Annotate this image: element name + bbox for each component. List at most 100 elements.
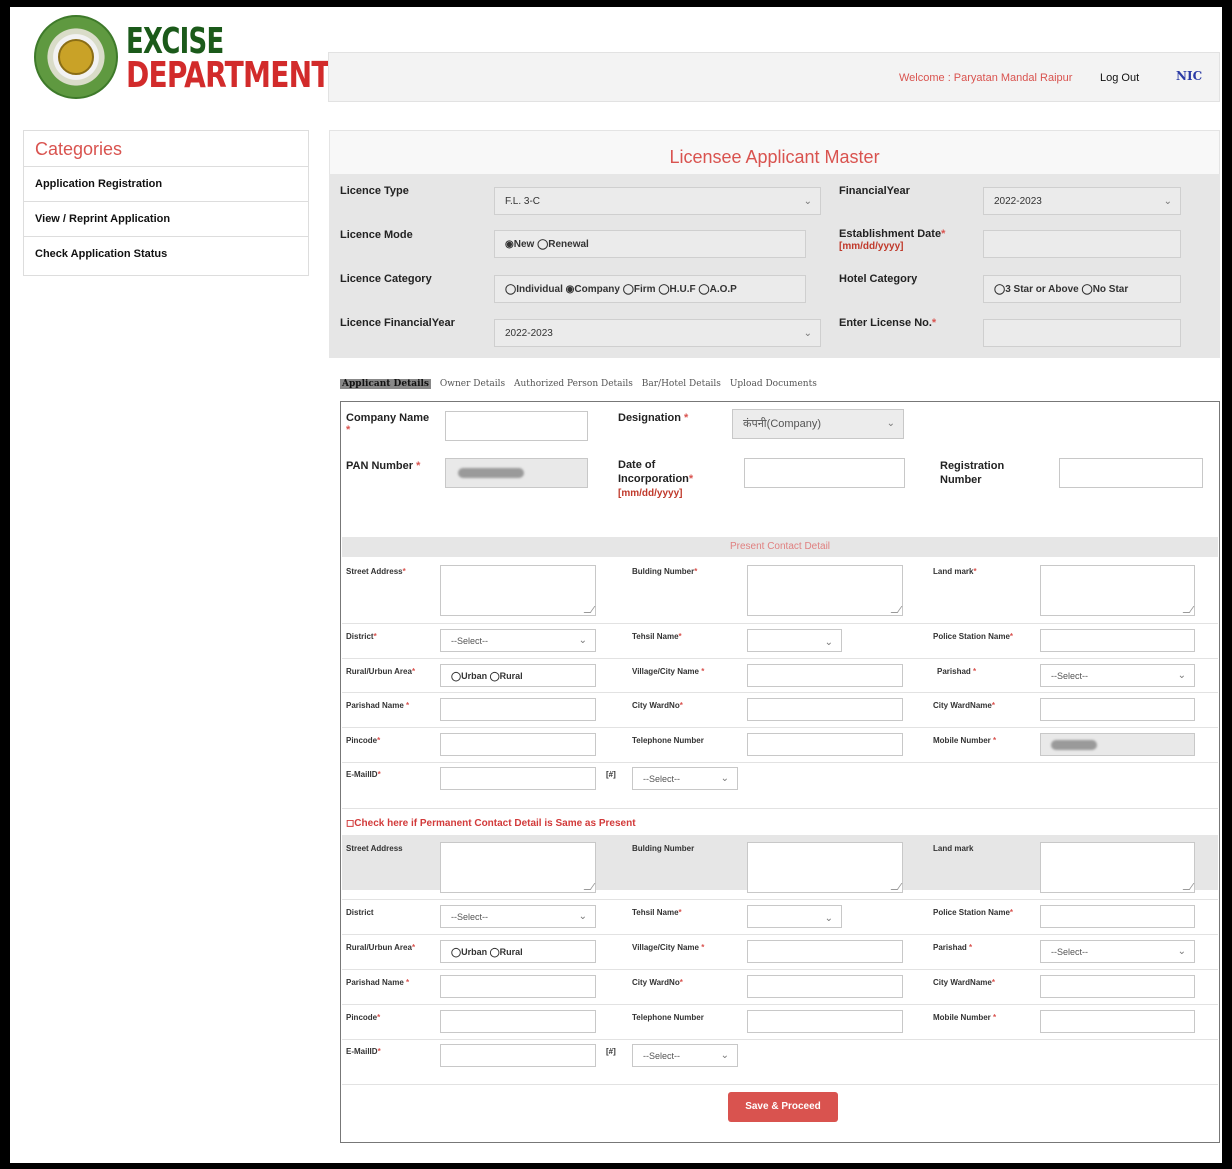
email-domain-select[interactable]: --Select-- ⌄ <box>632 767 738 790</box>
doi-text-1: Date of <box>618 459 656 471</box>
police-station-label: Police Station Name* <box>933 632 1014 641</box>
district-select[interactable]: --Select-- ⌄ <box>440 629 596 652</box>
perm-email-input[interactable] <box>440 1044 596 1067</box>
parishad-name-input[interactable] <box>440 698 596 721</box>
license-number-text: Enter License No. <box>839 317 932 329</box>
license-number-label: Enter License No.* <box>839 317 937 329</box>
divider <box>342 692 1218 693</box>
same-as-present-checkbox[interactable]: ◻Check here if Permanent Contact Detail … <box>346 818 636 829</box>
telephone-input[interactable] <box>747 733 903 756</box>
perm-pincode-input[interactable] <box>440 1010 596 1033</box>
page-frame: EXCISE DEPARTMENT Welcome : Paryatan Man… <box>10 7 1222 1163</box>
mobile-input[interactable] <box>1040 733 1195 756</box>
registration-number-input[interactable] <box>1059 458 1203 488</box>
perm-building-input[interactable] <box>747 842 903 893</box>
date-of-incorporation-label: Date of Incorporation* [mm/dd/yyyy] <box>618 459 694 499</box>
email-label: E-MailID* <box>346 770 381 779</box>
sidebar-item-check-status[interactable]: Check Application Status <box>24 237 308 271</box>
save-and-proceed-button[interactable]: Save & Proceed <box>728 1092 838 1122</box>
village-label: Village/City Name * <box>632 667 705 676</box>
ward-no-text: City WardNo <box>632 701 680 710</box>
sidebar: Categories Application Registration View… <box>23 130 309 276</box>
perm-area-radio[interactable]: ◯Urban ◯Rural <box>440 940 596 963</box>
license-number-input[interactable] <box>983 319 1181 347</box>
licence-type-select[interactable]: F.L. 3-C ⌄ <box>494 187 821 215</box>
email-domain-value: --Select-- <box>643 774 681 784</box>
hash-label: [#] <box>606 770 616 779</box>
landmark-input[interactable] <box>1040 565 1195 616</box>
registration-number-label: Registration Number <box>940 459 1004 487</box>
sidebar-title: Categories <box>24 131 308 167</box>
perm-street-input[interactable] <box>440 842 596 893</box>
perm-tehsil-label: Tehsil Name* <box>632 908 682 917</box>
financial-year-label: FinancialYear <box>839 185 910 197</box>
perm-building-label: Bulding Number <box>632 844 695 853</box>
licence-category-options: ◯Individual ◉Company ◯Firm ◯H.U.F ◯A.O.P <box>505 284 737 295</box>
licence-category-radio[interactable]: ◯Individual ◉Company ◯Firm ◯H.U.F ◯A.O.P <box>494 275 806 303</box>
perm-village-input[interactable] <box>747 940 903 963</box>
perm-ward-name-input[interactable] <box>1040 975 1195 998</box>
street-address-input[interactable] <box>440 565 596 616</box>
perm-email-label: E-MailID* <box>346 1047 381 1056</box>
perm-parishad-name-input[interactable] <box>440 975 596 998</box>
perm-police-input[interactable] <box>1040 905 1195 928</box>
perm-ward-name-text: City WardName <box>933 978 992 987</box>
tab-applicant-details[interactable]: Applicant Details <box>340 379 431 389</box>
ward-no-input[interactable] <box>747 698 903 721</box>
parishad-select[interactable]: --Select-- ⌄ <box>1040 664 1195 687</box>
company-name-input[interactable] <box>445 411 588 441</box>
licence-financial-year-select[interactable]: 2022-2023 ⌄ <box>494 319 821 347</box>
building-number-input[interactable] <box>747 565 903 616</box>
main-panel: Licensee Applicant Master Licence Type F… <box>329 130 1220 1153</box>
tab-upload-documents[interactable]: Upload Documents <box>730 379 817 389</box>
designation-select[interactable]: कंपनी(Company) ⌄ <box>732 409 904 439</box>
police-station-input[interactable] <box>1040 629 1195 652</box>
establishment-date-input[interactable] <box>983 230 1181 258</box>
village-input[interactable] <box>747 664 903 687</box>
applicant-form: Company Name * Designation * कंपनी(Compan… <box>340 401 1220 1143</box>
divider <box>342 808 1218 809</box>
section-tabs: Applicant Details Owner Details Authoriz… <box>340 379 823 393</box>
sidebar-item-view-reprint[interactable]: View / Reprint Application <box>24 202 308 237</box>
logo-text-department: DEPARTMENT <box>126 55 331 96</box>
email-input[interactable] <box>440 767 596 790</box>
divider <box>342 658 1218 659</box>
chevron-down-icon: ⌄ <box>1163 196 1172 207</box>
licence-type-value: F.L. 3-C <box>505 196 541 207</box>
tab-bar-hotel-details[interactable]: Bar/Hotel Details <box>642 379 721 389</box>
perm-district-select[interactable]: --Select-- ⌄ <box>440 905 596 928</box>
sidebar-item-application-registration[interactable]: Application Registration <box>24 167 308 202</box>
present-contact-band: Present Contact Detail <box>342 537 1218 557</box>
logout-link[interactable]: Log Out <box>1100 72 1139 84</box>
perm-mobile-input[interactable] <box>1040 1010 1195 1033</box>
ward-name-input[interactable] <box>1040 698 1195 721</box>
chevron-down-icon: ⌄ <box>824 913 833 924</box>
tehsil-select[interactable]: ⌄ <box>747 629 842 652</box>
perm-telephone-input[interactable] <box>747 1010 903 1033</box>
perm-ward-name-label: City WardName* <box>933 978 995 987</box>
perm-parishad-select[interactable]: --Select-- ⌄ <box>1040 940 1195 963</box>
perm-area-options: ◯Urban ◯Rural <box>451 947 523 957</box>
divider <box>342 762 1218 763</box>
redacted-pan <box>458 468 524 478</box>
tab-authorized-person-details[interactable]: Authorized Person Details <box>514 379 633 389</box>
hotel-category-options: ◯3 Star or Above ◯No Star <box>994 284 1129 295</box>
financial-year-select[interactable]: 2022-2023 ⌄ <box>983 187 1181 215</box>
pan-number-input[interactable] <box>445 458 588 488</box>
area-radio[interactable]: ◯Urban ◯Rural <box>440 664 596 687</box>
perm-email-domain-select[interactable]: --Select-- ⌄ <box>632 1044 738 1067</box>
pincode-input[interactable] <box>440 733 596 756</box>
perm-email-domain-value: --Select-- <box>643 1051 681 1061</box>
licence-mode-radio[interactable]: ◉New ◯Renewal <box>494 230 806 258</box>
tab-owner-details[interactable]: Owner Details <box>440 379 505 389</box>
perm-ward-no-label: City WardNo* <box>632 978 683 987</box>
date-of-incorporation-input[interactable] <box>744 458 905 488</box>
financial-year-value: 2022-2023 <box>994 196 1042 207</box>
licence-category-label: Licence Category <box>340 273 432 285</box>
hotel-category-radio[interactable]: ◯3 Star or Above ◯No Star <box>983 275 1181 303</box>
landmark-label: Land mark* <box>933 567 977 576</box>
perm-tehsil-select[interactable]: ⌄ <box>747 905 842 928</box>
tehsil-label: Tehsil Name* <box>632 632 682 641</box>
perm-landmark-input[interactable] <box>1040 842 1195 893</box>
perm-ward-no-input[interactable] <box>747 975 903 998</box>
